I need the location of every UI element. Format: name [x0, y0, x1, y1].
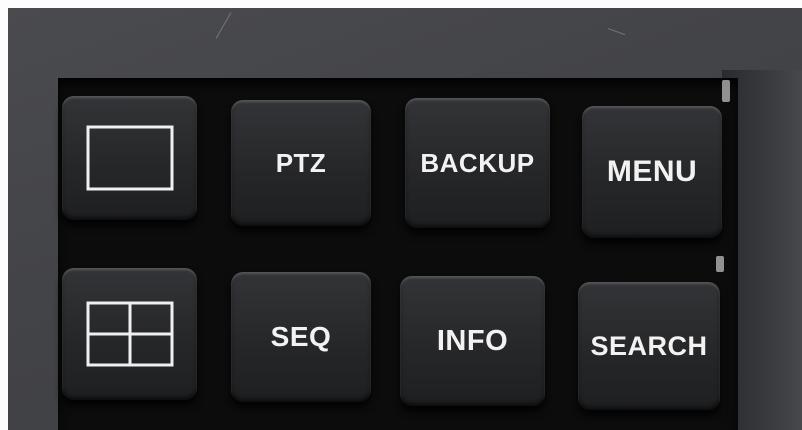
- seq-label: SEQ: [270, 321, 332, 352]
- surface-scratch: [215, 12, 232, 39]
- quad-screen-button[interactable]: [62, 268, 197, 400]
- light-reflection: [716, 256, 724, 272]
- ptz-button[interactable]: PTZ: [231, 100, 371, 226]
- surface-scratch: [607, 28, 626, 36]
- photo-scene: PTZ BACKUP MENU SEQ INFO SEARCH: [0, 0, 802, 430]
- light-reflection: [722, 80, 730, 102]
- search-label: SEARCH: [590, 330, 708, 361]
- quad-screen-icon: [86, 301, 173, 367]
- ptz-label: PTZ: [275, 147, 327, 178]
- single-screen-button[interactable]: [62, 96, 197, 220]
- info-button[interactable]: INFO: [400, 276, 545, 406]
- single-screen-icon: [86, 125, 173, 191]
- seq-button[interactable]: SEQ: [231, 272, 371, 402]
- backup-button[interactable]: BACKUP: [405, 98, 550, 228]
- menu-label: MENU: [606, 155, 698, 188]
- search-button[interactable]: SEARCH: [578, 282, 720, 410]
- info-label: INFO: [436, 324, 509, 357]
- menu-button[interactable]: MENU: [582, 106, 722, 238]
- backup-label: BACKUP: [420, 147, 535, 178]
